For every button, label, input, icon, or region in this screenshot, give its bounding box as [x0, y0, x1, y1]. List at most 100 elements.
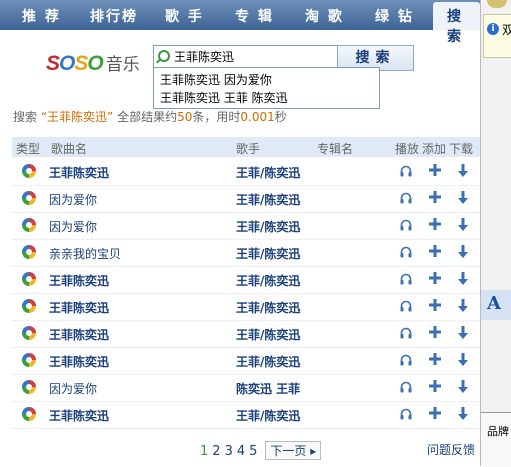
download-arrow-icon[interactable] [456, 163, 470, 179]
nav-green-diamond[interactable]: 绿 钻 [375, 6, 414, 26]
headphones-icon[interactable] [400, 246, 412, 258]
headphones-icon[interactable] [400, 273, 412, 285]
feedback-link[interactable]: 问题反馈 [427, 441, 475, 458]
next-page-label: 下一页 [270, 444, 307, 458]
side-decoration [487, 0, 507, 8]
singer-name[interactable]: 王菲/陈奕迅 [236, 353, 300, 370]
plus-icon[interactable] [428, 271, 442, 285]
singer-name[interactable]: 王菲/陈奕迅 [236, 299, 300, 316]
headphones-icon[interactable] [400, 354, 412, 366]
headphones-icon[interactable] [400, 381, 412, 393]
soso-music-icon [22, 245, 36, 259]
soso-music-logo[interactable]: SOSO 音乐 [46, 50, 140, 76]
suggestion-item[interactable]: 王菲陈奕迅 因为爱你 [160, 71, 272, 88]
soso-music-icon [22, 407, 36, 421]
soso-music-icon [22, 353, 36, 367]
nav-recommend[interactable]: 推 荐 [22, 6, 61, 26]
nav-search-tab[interactable]: 搜 索 [433, 2, 480, 45]
download-arrow-icon[interactable] [456, 379, 470, 395]
next-page-button[interactable]: 下一页 ▸ [265, 441, 322, 460]
singer-name[interactable]: 王菲/陈奕迅 [236, 245, 300, 262]
singer-name[interactable]: 王菲/陈奕迅 [236, 272, 300, 289]
download-arrow-icon[interactable] [456, 406, 470, 422]
singer-name[interactable]: 王菲/陈奕迅 [236, 218, 300, 235]
header-download: 下载 [449, 142, 474, 156]
table-row: 王菲陈奕迅 王菲/陈奕迅 [12, 348, 480, 375]
download-arrow-icon[interactable] [456, 244, 470, 260]
download-arrow-icon[interactable] [456, 271, 470, 287]
table-header: 类型 歌曲名 歌手 专辑名 播放 添加 下载 [12, 137, 480, 157]
download-arrow-icon[interactable] [456, 217, 470, 233]
summary-mid2: 条，用时 [192, 110, 241, 124]
download-arrow-icon[interactable] [456, 325, 470, 341]
nav-albums[interactable]: 专 辑 [235, 6, 274, 26]
song-title[interactable]: 王菲陈奕迅 [49, 272, 109, 289]
search-box[interactable] [153, 45, 338, 69]
soso-music-icon [22, 326, 36, 340]
nav-discover[interactable]: 淘 歌 [305, 6, 344, 26]
result-list: 王菲陈奕迅 王菲/陈奕迅 因为爱你 王菲/陈奕迅 因为爱你 王菲/陈奕迅 亲亲我的宝贝 王菲/… [12, 159, 480, 429]
plus-icon[interactable] [428, 298, 442, 312]
page-5[interactable]: 5 [249, 444, 257, 459]
suggestion-dropdown: 王菲陈奕迅 因为爱你 王菲陈奕迅 王菲 陈奕迅 [153, 67, 380, 109]
page-2[interactable]: 2 [212, 444, 220, 459]
song-title[interactable]: 因为爱你 [49, 218, 97, 235]
song-title[interactable]: 王菲陈奕迅 [49, 353, 109, 370]
summary-count: 50 [177, 110, 193, 124]
page-1[interactable]: 1 [200, 444, 208, 459]
info-tip-text: 双 [502, 23, 511, 37]
song-title[interactable]: 王菲陈奕迅 [49, 407, 109, 424]
summary-prefix: 搜索 [13, 110, 41, 124]
table-row: 因为爱你 王菲/陈奕迅 [12, 186, 480, 213]
page-4[interactable]: 4 [237, 444, 245, 459]
top-nav: 推 荐 排行榜 歌 手 专 辑 淘 歌 绿 钻 搜 索 [0, 0, 480, 45]
nav-singers[interactable]: 歌 手 [165, 6, 204, 26]
plus-icon[interactable] [428, 352, 442, 366]
summary-query: “王菲陈奕迅” [40, 110, 114, 124]
headphones-icon[interactable] [400, 165, 412, 177]
soso-music-icon [22, 164, 36, 178]
singer-name[interactable]: 王菲/陈奕迅 [236, 164, 300, 181]
suggestion-item[interactable]: 王菲陈奕迅 王菲 陈奕迅 [160, 89, 288, 106]
search-input[interactable] [174, 48, 332, 64]
font-icon: A [487, 293, 501, 314]
plus-icon[interactable] [428, 244, 442, 258]
plus-icon[interactable] [428, 163, 442, 177]
pagination: 1 2 3 4 5 下一页 ▸ [200, 441, 322, 460]
song-title[interactable]: 王菲陈奕迅 [49, 164, 109, 181]
font-button[interactable]: A [481, 290, 511, 320]
headphones-icon[interactable] [400, 300, 412, 312]
download-arrow-icon[interactable] [456, 352, 470, 368]
soso-music-icon [22, 380, 36, 394]
song-title[interactable]: 王菲陈奕迅 [49, 326, 109, 343]
soso-music-icon [22, 299, 36, 313]
summary-time: 0.001 [240, 110, 275, 124]
plus-icon[interactable] [428, 190, 442, 204]
page-3[interactable]: 3 [225, 444, 233, 459]
plus-icon[interactable] [428, 217, 442, 231]
singer-name[interactable]: 王菲/陈奕迅 [236, 326, 300, 343]
plus-icon[interactable] [428, 325, 442, 339]
table-row: 王菲陈奕迅 王菲/陈奕迅 [12, 267, 480, 294]
download-arrow-icon[interactable] [456, 298, 470, 314]
headphones-icon[interactable] [400, 327, 412, 339]
headphones-icon[interactable] [400, 219, 412, 231]
song-title[interactable]: 因为爱你 [49, 191, 97, 208]
headphones-icon[interactable] [400, 192, 412, 204]
nav-charts[interactable]: 排行榜 [90, 6, 138, 26]
download-arrow-icon[interactable] [456, 190, 470, 206]
singer-name[interactable]: 王菲/陈奕迅 [236, 407, 300, 424]
song-title[interactable]: 王菲陈奕迅 [49, 299, 109, 316]
headphones-icon[interactable] [400, 408, 412, 420]
summary-suffix: 秒 [274, 110, 287, 124]
singer-name[interactable]: 王菲/陈奕迅 [236, 191, 300, 208]
singer-name[interactable]: 陈奕迅 王菲 [236, 380, 300, 397]
plus-icon[interactable] [428, 406, 442, 420]
logo-music-text: 音乐 [105, 55, 140, 74]
plus-icon[interactable] [428, 379, 442, 393]
table-row: 王菲陈奕迅 王菲/陈奕迅 [12, 402, 480, 429]
song-title[interactable]: 因为爱你 [49, 380, 97, 397]
table-row: 亲亲我的宝贝 王菲/陈奕迅 [12, 240, 480, 267]
song-title[interactable]: 亲亲我的宝贝 [49, 245, 121, 262]
table-row: 王菲陈奕迅 王菲/陈奕迅 [12, 321, 480, 348]
